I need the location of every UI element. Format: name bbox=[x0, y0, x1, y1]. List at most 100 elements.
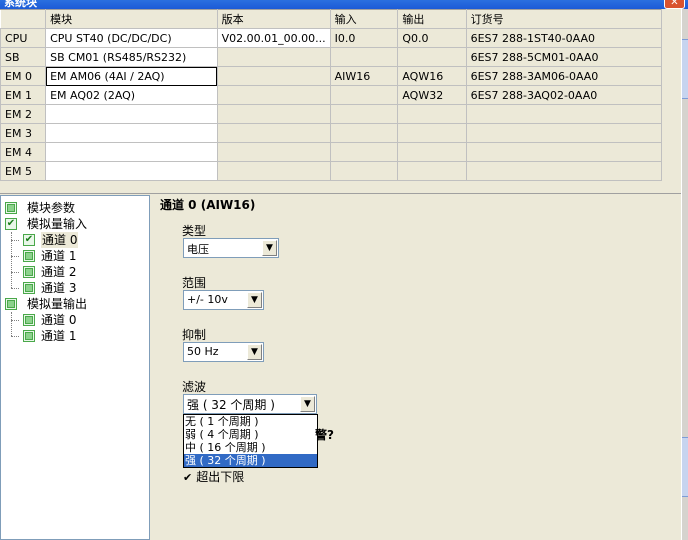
output-cell[interactable]: AQW32 bbox=[397, 85, 467, 105]
table-row[interactable]: EM 2 bbox=[0, 104, 662, 124]
column-header-input[interactable]: 输入 bbox=[329, 9, 399, 29]
tree-item-label: 模块参数 bbox=[27, 201, 76, 215]
tree-item-label: 通道 2 bbox=[41, 265, 77, 279]
version-cell[interactable] bbox=[216, 104, 331, 124]
underflow-checkbox[interactable]: ✔ 超出下限 bbox=[183, 468, 244, 485]
parameter-tree: 模块参数 ✔ 模拟量输入 ✔ 通道 0 通道 1 通道 2 通道 3 模拟量输出… bbox=[0, 195, 150, 540]
output-cell[interactable]: Q0.0 bbox=[397, 28, 467, 48]
suppression-select[interactable]: 50 Hz ▼ bbox=[183, 342, 264, 362]
module-cell[interactable]: EM AM06 (4AI / 2AQ) bbox=[45, 66, 218, 86]
version-cell[interactable] bbox=[216, 66, 331, 86]
input-cell[interactable]: AIW16 bbox=[329, 66, 399, 86]
module-cell[interactable] bbox=[45, 104, 218, 124]
chevron-down-icon[interactable]: ▼ bbox=[262, 240, 277, 256]
table-row[interactable]: EM 3 bbox=[0, 123, 662, 143]
version-cell[interactable] bbox=[216, 85, 331, 105]
range-value: +/- 10v bbox=[187, 293, 228, 306]
channel-settings-panel: 通道 0 (AIW16) 类型 电压 ▼ 范围 +/- 10v ▼ 抑制 50 … bbox=[150, 195, 681, 540]
filter-option[interactable]: 弱 ( 4 个周期 ) bbox=[184, 428, 317, 441]
chevron-down-icon[interactable]: ▼ bbox=[247, 292, 262, 308]
order-number-cell[interactable] bbox=[465, 161, 662, 181]
output-cell[interactable] bbox=[397, 104, 467, 124]
suppression-value: 50 Hz bbox=[187, 345, 219, 358]
close-button[interactable]: ✕ bbox=[664, 0, 685, 9]
tree-item-label: 通道 0 bbox=[41, 232, 79, 248]
checked-icon: ✔ bbox=[5, 218, 17, 230]
order-number-cell[interactable]: 6ES7 288-1ST40-0AA0 bbox=[465, 28, 662, 48]
input-cell[interactable] bbox=[329, 142, 399, 162]
table-row[interactable]: SB SB CM01 (RS485/RS232) 6ES7 288-5CM01-0A… bbox=[0, 47, 662, 67]
order-number-cell[interactable]: 6ES7 288-3AQ02-0AA0 bbox=[465, 85, 662, 105]
output-cell[interactable] bbox=[397, 142, 467, 162]
version-cell[interactable]: V02.00.01_00.00... bbox=[216, 28, 331, 48]
order-number-cell[interactable] bbox=[465, 123, 662, 143]
module-config-table: 模块 版本 输入 输出 订货号 CPU CPU ST40 (DC/DC/DC) V0… bbox=[0, 9, 662, 181]
column-header-module[interactable]: 模块 bbox=[45, 9, 218, 29]
chevron-down-icon[interactable]: ▼ bbox=[300, 396, 315, 412]
output-cell[interactable] bbox=[397, 47, 467, 67]
background-window-strip bbox=[681, 9, 688, 540]
version-cell[interactable] bbox=[216, 161, 331, 181]
output-cell[interactable] bbox=[397, 123, 467, 143]
order-number-cell[interactable] bbox=[465, 104, 662, 124]
module-cell[interactable]: EM AQ02 (2AQ) bbox=[45, 85, 218, 105]
slot-cell: EM 1 bbox=[0, 85, 47, 105]
analog-output-icon bbox=[5, 298, 17, 310]
input-cell[interactable] bbox=[329, 47, 399, 67]
input-cell[interactable]: I0.0 bbox=[329, 28, 399, 48]
slot-cell: CPU bbox=[0, 28, 47, 48]
order-number-cell[interactable] bbox=[465, 142, 662, 162]
table-row[interactable]: EM 1 EM AQ02 (2AQ) AQW32 6ES7 288-3AQ02-0AA… bbox=[0, 85, 662, 105]
range-select[interactable]: +/- 10v ▼ bbox=[183, 290, 264, 310]
title-bar: 系统块 ✕ bbox=[0, 0, 688, 9]
order-number-cell[interactable]: 6ES7 288-3AM06-0AA0 bbox=[465, 66, 662, 86]
filter-option-selected[interactable]: 强 ( 32 个周期 ) bbox=[184, 454, 317, 467]
slot-cell: EM 2 bbox=[0, 104, 47, 124]
version-cell[interactable] bbox=[216, 47, 331, 67]
input-cell[interactable] bbox=[329, 161, 399, 181]
channel-icon bbox=[23, 250, 35, 262]
chevron-down-icon[interactable]: ▼ bbox=[247, 344, 262, 360]
filter-select[interactable]: 强 ( 32 个周期 ) ▼ bbox=[183, 394, 317, 414]
table-row[interactable]: CPU CPU ST40 (DC/DC/DC) V02.00.01_00.00...… bbox=[0, 28, 662, 48]
slot-cell: EM 0 bbox=[0, 66, 47, 86]
input-cell[interactable] bbox=[329, 104, 399, 124]
table-row[interactable]: EM 5 bbox=[0, 161, 662, 181]
splitter-bar[interactable] bbox=[0, 181, 681, 194]
tree-item-label: 模拟量输入 bbox=[27, 217, 88, 231]
tree-connector-line bbox=[11, 240, 19, 241]
table-row[interactable]: EM 4 bbox=[0, 142, 662, 162]
module-cell[interactable]: CPU ST40 (DC/DC/DC) bbox=[45, 28, 218, 48]
module-cell[interactable] bbox=[45, 161, 218, 181]
output-cell[interactable] bbox=[397, 161, 467, 181]
window-title: 系统块 bbox=[4, 0, 37, 9]
column-header-version[interactable]: 版本 bbox=[216, 9, 331, 29]
tree-connector-line bbox=[11, 336, 19, 337]
order-number-cell[interactable]: 6ES7 288-5CM01-0AA0 bbox=[465, 47, 662, 67]
tree-connector-line bbox=[11, 256, 19, 257]
input-cell[interactable] bbox=[329, 85, 399, 105]
table-row[interactable]: EM 0 EM AM06 (4AI / 2AQ) AIW16 AQW16 6ES7 28… bbox=[0, 66, 662, 86]
table-header-row: 模块 版本 输入 输出 订货号 bbox=[0, 9, 662, 29]
filter-option[interactable]: 中 ( 16 个周期 ) bbox=[184, 441, 317, 454]
tree-item-label: 通道 3 bbox=[41, 281, 77, 295]
module-params-icon bbox=[5, 202, 17, 214]
column-header-output[interactable]: 输出 bbox=[397, 9, 467, 29]
tree-item-label: 通道 1 bbox=[41, 329, 77, 343]
output-cell[interactable]: AQW16 bbox=[397, 66, 467, 86]
tree-connector-line bbox=[11, 320, 19, 321]
type-select[interactable]: 电压 ▼ bbox=[183, 238, 279, 258]
filter-value: 强 ( 32 个周期 ) bbox=[187, 398, 275, 412]
close-icon: ✕ bbox=[670, 0, 679, 8]
filter-option[interactable]: 无 ( 1 个周期 ) bbox=[184, 415, 317, 428]
version-cell[interactable] bbox=[216, 142, 331, 162]
underflow-label: 超出下限 bbox=[196, 470, 245, 484]
input-cell[interactable] bbox=[329, 123, 399, 143]
column-header-order-number[interactable]: 订货号 bbox=[465, 9, 662, 29]
module-cell[interactable] bbox=[45, 142, 218, 162]
channel-heading: 通道 0 (AIW16) bbox=[160, 198, 256, 212]
module-cell[interactable] bbox=[45, 123, 218, 143]
version-cell[interactable] bbox=[216, 123, 331, 143]
channel-icon bbox=[23, 282, 35, 294]
module-cell[interactable]: SB CM01 (RS485/RS232) bbox=[45, 47, 218, 67]
